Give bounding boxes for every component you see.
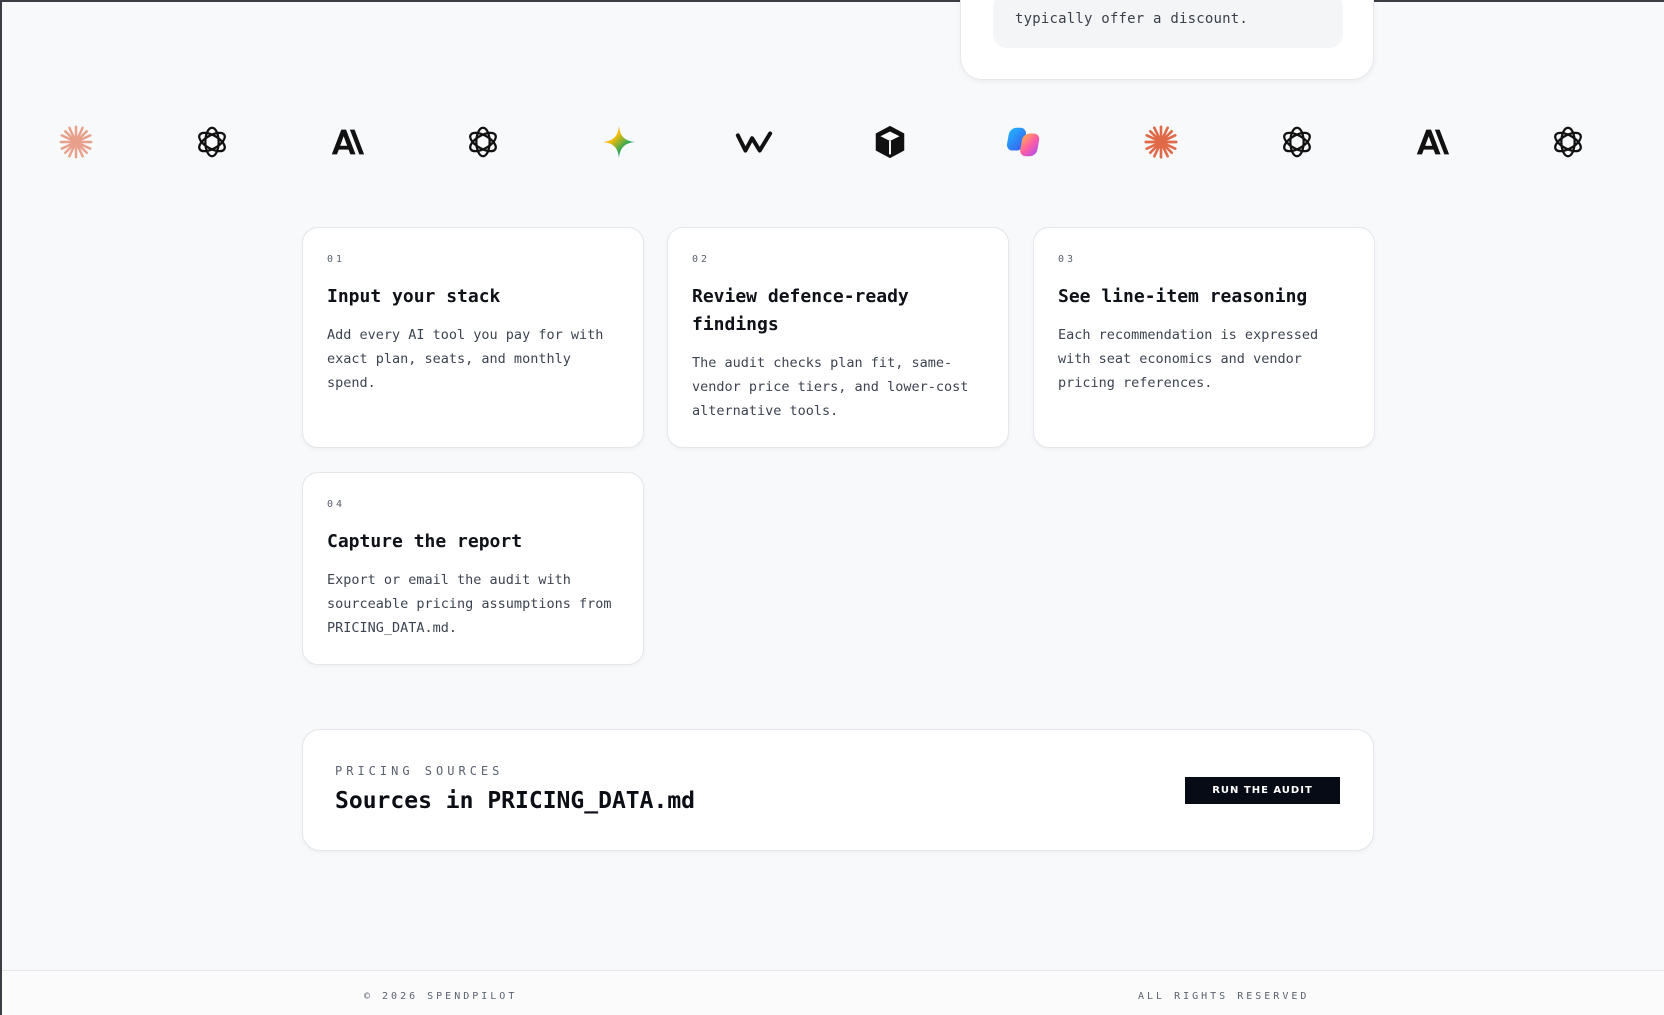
anthropic-ai-icon [327,122,367,162]
step-number: 02 [692,254,711,265]
gemini-star-icon [599,122,639,162]
cube-icon [870,122,910,162]
pricing-sources-heading: Sources in PRICING_DATA.md [335,788,696,814]
step-description: Add every AI tool you pay for with exact… [327,327,604,391]
claude-burst-icon [56,122,96,162]
footer-copyright: © 2026 SPENDPILOT [364,991,518,1002]
openai-knot-icon [463,122,503,162]
pricing-sources-banner: PRICING SOURCES Sources in PRICING_DATA.… [302,729,1374,851]
openai-knot-icon [1277,122,1317,162]
run-audit-button[interactable]: RUN THE AUDIT [1185,777,1340,804]
step-description: The audit checks plan fit, same-vendor p… [692,355,969,419]
step-card-line-item-reasoning: 03 See line-item reasoning Each recommen… [1033,227,1375,448]
windsurf-w-icon [734,122,774,162]
step-card-review-findings: 02 Review defence-ready findings The aud… [667,227,1009,448]
vendor-logo-strip [42,120,1602,164]
step-title: Capture the report [327,531,523,552]
anthropic-ai-icon [1412,122,1452,162]
pricing-note-card: typically offer a discount. [960,0,1374,80]
step-card-input-stack: 01 Input your stack Add every AI tool yo… [302,227,644,448]
step-description: Each recommendation is expressed with se… [1058,327,1319,391]
pricing-sources-eyebrow: PRICING SOURCES [335,764,504,778]
openai-knot-icon [1548,122,1588,162]
step-description: Export or email the audit with sourceabl… [327,572,612,636]
step-number: 01 [327,254,346,265]
step-number: 04 [327,499,346,510]
copilot-icon [1005,122,1045,162]
pricing-note-text: typically offer a discount. [1015,11,1248,27]
step-title: Input your stack [327,286,501,307]
page-footer: © 2026 SPENDPILOT ALL RIGHTS RESERVED [2,970,1664,1015]
step-number: 03 [1058,254,1077,265]
step-card-capture-report: 04 Capture the report Export or email th… [302,472,644,665]
footer-rights: ALL RIGHTS RESERVED [1138,991,1310,1002]
openai-knot-icon [192,122,232,162]
step-title: See line-item reasoning [1058,286,1308,307]
claude-burst-icon [1141,122,1181,162]
step-title: Review defence-ready findings [692,286,909,335]
